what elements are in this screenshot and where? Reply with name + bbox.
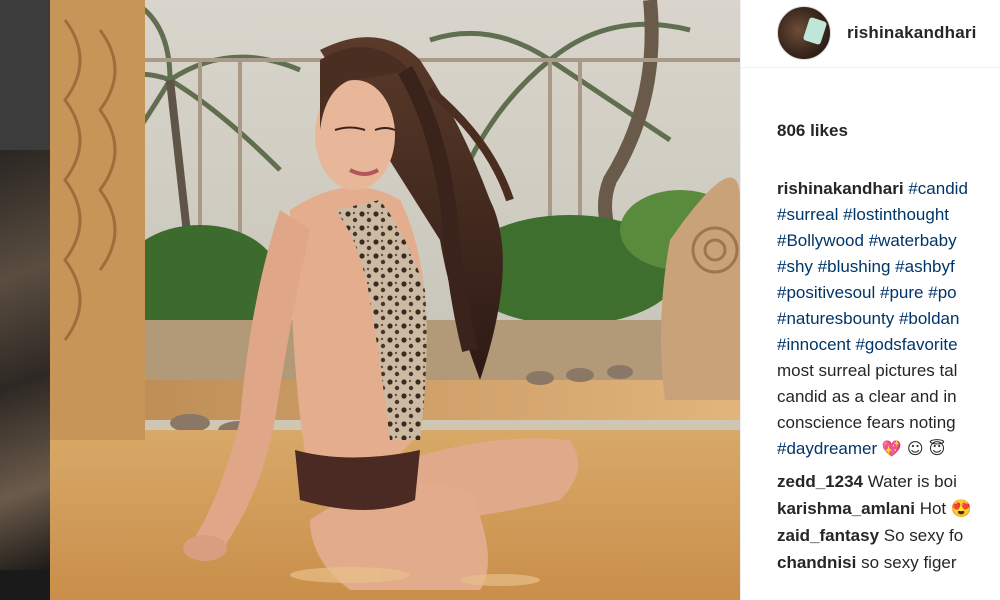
comment-text: Water is boi xyxy=(867,472,957,491)
post-photo[interactable] xyxy=(50,0,740,600)
hashtag-link[interactable]: #godsfavorite xyxy=(855,335,957,354)
hashtag-link[interactable]: #shy xyxy=(777,257,813,276)
hashtag-link[interactable]: #surreal xyxy=(777,205,838,224)
post-header: rishinakandhari xyxy=(741,0,1000,68)
hashtag-link[interactable]: #blushing xyxy=(818,257,891,276)
comment-text: Hot 😍 xyxy=(919,499,973,518)
caption-text-line: most surreal pictures tal xyxy=(777,361,958,380)
hashtag-link[interactable]: #naturesbounty xyxy=(777,309,894,328)
comment-username[interactable]: zedd_1234 xyxy=(777,472,863,491)
hashtag-link[interactable]: #innocent xyxy=(777,335,851,354)
post-username[interactable]: rishinakandhari xyxy=(847,23,977,43)
comment-text: So sexy fo xyxy=(883,526,964,545)
comment-item: zaid_fantasy So sexy fo xyxy=(777,523,1000,550)
hashtag-link[interactable]: #lostinthought xyxy=(843,205,949,224)
comments-list: zedd_1234 Water is boi karishma_amlani H… xyxy=(777,469,1000,577)
comment-username[interactable]: karishma_amlani xyxy=(777,499,915,518)
hashtag-link[interactable]: #pure xyxy=(880,283,923,302)
hashtag-link[interactable]: #positivesoul xyxy=(777,283,875,302)
comment-username[interactable]: zaid_fantasy xyxy=(777,526,879,545)
hashtag-link[interactable]: #Bollywood xyxy=(777,231,864,250)
caption-text-line: candid as a clear and in xyxy=(777,387,957,406)
hashtag-link[interactable]: #ashbyf xyxy=(895,257,955,276)
hashtag-link[interactable]: #po xyxy=(928,283,956,302)
likes-count[interactable]: 806 likes xyxy=(777,121,848,141)
hashtag-link[interactable]: #boldan xyxy=(899,309,960,328)
comment-item: karishma_amlani Hot 😍 xyxy=(777,496,1000,523)
post-caption: rishinakandhari #candid #surreal #lostin… xyxy=(777,176,1000,462)
avatar[interactable] xyxy=(777,6,831,60)
emoji-icon: 💖 ☺ 😇 xyxy=(881,439,946,458)
comment-username[interactable]: chandnisi xyxy=(777,553,856,572)
hashtag-link[interactable]: #candid xyxy=(908,179,968,198)
hashtag-link[interactable]: #daydreamer xyxy=(777,439,877,458)
caption-username[interactable]: rishinakandhari xyxy=(777,179,904,198)
comment-item: zedd_1234 Water is boi xyxy=(777,469,1000,496)
previous-post-preview[interactable] xyxy=(0,0,50,600)
hashtag-link[interactable]: #waterbaby xyxy=(869,231,957,250)
comment-text: so sexy figer xyxy=(861,553,957,572)
post-details-panel: rishinakandhari 806 likes rishinakandhar… xyxy=(740,0,1000,600)
comment-item: chandnisi so sexy figer xyxy=(777,550,1000,577)
caption-text-line: conscience fears noting xyxy=(777,413,956,432)
